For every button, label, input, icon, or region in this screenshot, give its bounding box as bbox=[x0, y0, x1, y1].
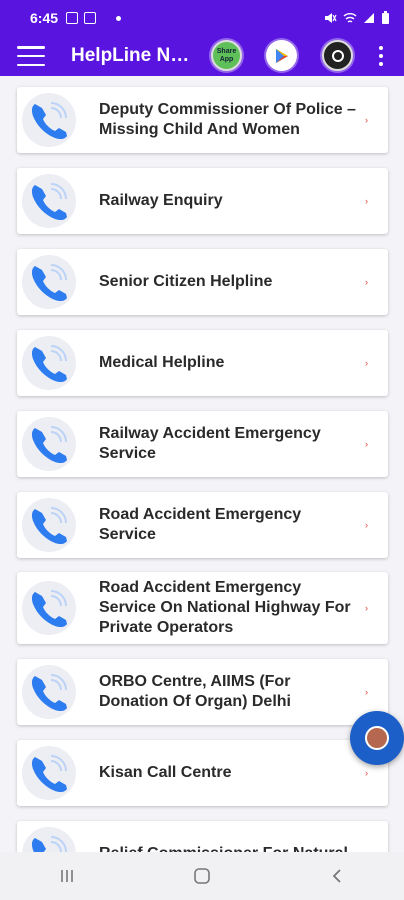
play-store-icon[interactable] bbox=[266, 40, 297, 71]
list-item[interactable]: Railway Accident Emergency Service › bbox=[17, 411, 388, 477]
play-triangle-icon bbox=[275, 48, 288, 63]
chevron-right-icon: › bbox=[365, 277, 368, 287]
phone-icon bbox=[22, 498, 76, 552]
list-item-label: Railway Accident Emergency Service bbox=[99, 425, 321, 462]
signal-icon bbox=[364, 13, 374, 23]
list-item-label: Senior Citizen Helpline bbox=[99, 273, 273, 290]
list-item[interactable]: ORBO Centre, AIIMS (For Donation Of Orga… bbox=[17, 659, 388, 725]
wifi-icon bbox=[343, 13, 357, 23]
list-item-label: Relief Commissioner For Natural bbox=[99, 844, 357, 852]
list-item[interactable]: Railway Enquiry › bbox=[17, 168, 388, 234]
system-nav-bar bbox=[0, 852, 404, 900]
status-notification-icons bbox=[66, 12, 97, 24]
gallery-icon bbox=[66, 12, 79, 24]
status-time: 6:45 bbox=[30, 10, 59, 26]
chevron-right-icon: › bbox=[365, 358, 368, 368]
list-item[interactable]: Deputy Commissioner Of Police – Missing … bbox=[17, 87, 388, 153]
phone-icon bbox=[22, 336, 76, 390]
phone-icon bbox=[22, 93, 76, 147]
recents-icon[interactable] bbox=[47, 861, 87, 891]
chevron-right-icon: › bbox=[365, 687, 368, 697]
page-title: HelpLine Numbers bbox=[71, 45, 191, 66]
list-item-label: Road Accident Emergency Service On Natio… bbox=[99, 579, 351, 636]
list-item-label: Railway Enquiry bbox=[99, 192, 223, 209]
list-item[interactable]: Senior Citizen Helpline › bbox=[17, 249, 388, 315]
menu-icon[interactable] bbox=[17, 46, 45, 66]
home-icon[interactable] bbox=[182, 861, 222, 891]
status-system-icons bbox=[323, 11, 390, 25]
app-bar: HelpLine Numbers Share App bbox=[0, 36, 404, 76]
share-app-icon[interactable]: Share App bbox=[211, 40, 242, 71]
list-item[interactable]: Relief Commissioner For Natural › bbox=[17, 821, 388, 852]
camera-icon[interactable] bbox=[322, 40, 353, 71]
phone-icon bbox=[22, 174, 76, 228]
mute-icon bbox=[325, 13, 337, 23]
chevron-right-icon: › bbox=[365, 439, 368, 449]
notification-dot-icon bbox=[116, 15, 122, 21]
list-item[interactable]: Road Accident Emergency Service › bbox=[17, 492, 388, 558]
chevron-right-icon: › bbox=[365, 520, 368, 530]
list-item[interactable]: Medical Helpline › bbox=[17, 330, 388, 396]
list-item[interactable]: Road Accident Emergency Service On Natio… bbox=[17, 572, 388, 644]
phone-icon bbox=[22, 746, 76, 800]
phone-icon bbox=[22, 827, 76, 852]
phone-icon bbox=[22, 665, 76, 719]
message-icon bbox=[84, 12, 97, 24]
status-bar: 6:45 bbox=[0, 0, 404, 36]
profile-fab[interactable] bbox=[350, 711, 404, 765]
list-item-label: Deputy Commissioner Of Police – Missing … bbox=[99, 101, 356, 138]
chevron-right-icon: › bbox=[365, 115, 368, 125]
list-item-label: Road Accident Emergency Service bbox=[99, 506, 302, 543]
chevron-right-icon: › bbox=[365, 768, 368, 778]
list-item-label: ORBO Centre, AIIMS (For Donation Of Orga… bbox=[99, 673, 291, 710]
back-icon[interactable] bbox=[317, 861, 357, 891]
phone-icon bbox=[22, 255, 76, 309]
share-app-label: Share App bbox=[216, 47, 237, 63]
battery-icon bbox=[382, 11, 389, 24]
chevron-right-icon: › bbox=[365, 603, 368, 613]
chevron-right-icon: › bbox=[365, 196, 368, 206]
list-item-label: Kisan Call Centre bbox=[99, 764, 232, 781]
phone-icon bbox=[22, 581, 76, 635]
helpline-list: Deputy Commissioner Of Police – Missing … bbox=[0, 76, 404, 852]
list-item-label: Medical Helpline bbox=[99, 354, 225, 371]
phone-icon bbox=[22, 417, 76, 471]
more-vert-icon[interactable] bbox=[377, 46, 385, 66]
avatar bbox=[365, 726, 389, 750]
list-item[interactable]: Kisan Call Centre › bbox=[17, 740, 388, 806]
